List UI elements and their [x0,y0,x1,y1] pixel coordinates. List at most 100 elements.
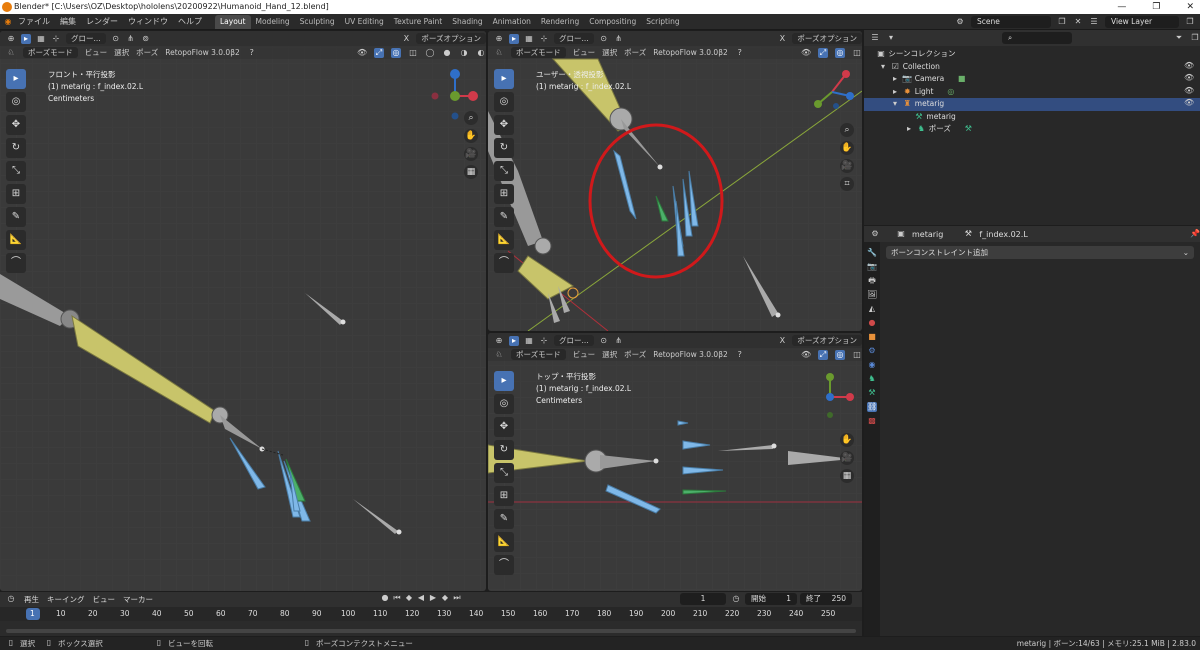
expand-arrow-icon[interactable]: ▸ [890,74,900,84]
new-view-layer-icon[interactable]: ❐ [1185,17,1195,27]
close-button[interactable]: ✕ [1186,0,1194,14]
scene-tab-icon[interactable]: ◭ [867,304,877,314]
bone-tab-icon[interactable]: ⚒ [867,388,877,398]
menu-render[interactable]: レンダー [81,16,123,27]
camera-view-icon[interactable]: 🎥 [840,159,854,173]
move-tool[interactable]: ✥ [494,417,514,437]
play-icon[interactable]: ▶ [428,593,438,603]
relax-pose-tool[interactable]: ⌒ [494,253,514,273]
menu-window[interactable]: ウィンドウ [123,16,173,27]
measure-tool[interactable]: 📐 [494,230,514,250]
tab-modeling[interactable]: Modeling [251,15,295,29]
outliner-search-input[interactable]: ⌕ [1002,32,1072,44]
outliner-item-light[interactable]: ▸ ✸ Light ◎ 👁 [864,86,1200,99]
record-icon[interactable]: ● [380,593,390,603]
tab-uv-editing[interactable]: UV Editing [340,15,389,29]
select-box-tool[interactable]: ▸ [494,69,514,89]
expand-arrow-icon[interactable]: ▾ [890,99,900,109]
menu-playback[interactable]: 再生 [24,594,39,605]
transform-tool[interactable]: ⊞ [494,184,514,204]
pan-hand-icon[interactable]: ✋ [840,141,854,155]
checkbox-icon[interactable]: ☑ [890,62,900,72]
ortho-toggle-icon[interactable]: ▦ [840,469,854,483]
view-layer-selector[interactable]: View Layer [1105,16,1179,28]
output-tab-icon[interactable]: 🖶 [867,276,877,286]
frame-ruler[interactable]: 1 10 20 30 40 50 60 70 80 90 100 110 120… [0,607,862,621]
pan-hand-icon[interactable]: ✋ [840,433,854,447]
prev-keyframe-icon[interactable]: ◆ [404,593,414,603]
outliner-editor-icon[interactable]: ☰ [870,33,880,43]
jump-end-icon[interactable]: ⏭ [452,593,462,603]
physics-tab-icon[interactable]: ◉ [867,360,877,370]
transform-tool[interactable]: ⊞ [494,486,514,506]
annotate-tool[interactable]: ✎ [494,207,514,227]
outliner-item-armature-data[interactable]: ⚒ metarig [864,111,1200,124]
bone-constraint-tab-icon[interactable]: ⛓ [867,402,877,412]
perspective-toggle-icon[interactable]: ⌗ [840,177,854,191]
minimize-button[interactable]: — [1117,0,1126,14]
outliner-item-scene-collection[interactable]: ▣ シーンコレクション [864,48,1200,61]
rotate-tool[interactable]: ↻ [494,138,514,158]
viewport-front[interactable]: ⊕ ▸ ▦ ⊹ グロー... ⊙ ⋔ ⊚ X ポーズオプション ♘ ポーズモード… [0,31,486,591]
render-tab-icon[interactable]: 📷 [867,262,877,272]
tab-compositing[interactable]: Compositing [584,15,641,29]
tab-rendering[interactable]: Rendering [536,15,584,29]
properties-bone-name[interactable]: f_index.02.L [979,230,1027,239]
new-collection-icon[interactable]: ❐ [1190,33,1200,43]
rotate-tool[interactable]: ↻ [494,440,514,460]
menu-edit[interactable]: 編集 [55,16,81,27]
outliner-item-pose[interactable]: ▸ ♞ ポーズ ⚒ [864,123,1200,136]
jump-start-icon[interactable]: ⏮ [392,593,402,603]
timeline-scrollbar[interactable] [6,629,856,633]
timeline-editor-icon[interactable]: ◷ [6,594,16,604]
tool-tab-icon[interactable]: 🔧 [867,248,877,258]
menu-keying[interactable]: キーイング [47,594,85,605]
filter-icon[interactable]: ⏷ [1174,33,1184,43]
object-tab-icon[interactable]: ■ [867,332,877,342]
tab-sculpting[interactable]: Sculpting [295,15,340,29]
next-keyframe-icon[interactable]: ◆ [440,593,450,603]
eye-icon[interactable]: 👁 [1184,73,1194,83]
display-mode-icon[interactable]: ▾ [886,33,896,43]
measure-tool[interactable]: 📐 [494,532,514,552]
play-reverse-icon[interactable]: ◀ [416,593,426,603]
tab-shading[interactable]: Shading [447,15,487,29]
add-bone-constraint-dropdown[interactable]: ボーンコンストレイント追加 ⌄ [886,246,1194,259]
menu-marker[interactable]: マーカー [123,594,153,605]
camera-view-icon[interactable]: 🎥 [840,451,854,465]
modifiers-tab-icon[interactable]: ⚙ [867,346,877,356]
current-frame-field[interactable]: 1 [680,593,726,605]
properties-object-name[interactable]: metarig [912,230,943,239]
start-frame-field[interactable]: 開始 1 [745,593,797,605]
maximize-button[interactable]: ❐ [1152,0,1160,14]
cursor-tool[interactable]: ◎ [494,92,514,112]
delete-scene-icon[interactable]: ✕ [1073,17,1083,27]
relax-pose-tool[interactable]: ⌒ [494,555,514,575]
annotate-tool[interactable]: ✎ [494,509,514,529]
select-box-tool[interactable]: ▸ [494,371,514,391]
navigation-gizmo[interactable] [806,369,858,429]
menu-file[interactable]: ファイル [13,16,55,27]
end-frame-field[interactable]: 終了 250 [800,593,852,605]
outliner-item-collection[interactable]: ▾ ☑ Collection 👁 [864,61,1200,74]
timeline-track-area[interactable] [0,621,862,636]
outliner-item-metarig[interactable]: ▾ ♜ metarig 👁 [864,98,1200,111]
move-tool[interactable]: ✥ [494,115,514,135]
new-scene-icon[interactable]: ❐ [1057,17,1067,27]
menu-timeline-view[interactable]: ビュー [93,594,116,605]
scale-tool[interactable]: ⤡ [494,161,514,181]
texture-tab-icon[interactable]: ▩ [867,416,877,426]
eye-icon[interactable]: 👁 [1184,98,1194,108]
view-layer-tab-icon[interactable]: 🖼 [867,290,877,300]
eye-icon[interactable]: 👁 [1184,61,1194,71]
properties-editor-icon[interactable]: ⚙ [870,229,880,239]
expand-arrow-icon[interactable]: ▾ [878,62,888,72]
navigation-gizmo[interactable] [806,66,858,118]
armature-data-tab-icon[interactable]: ♞ [867,374,877,384]
tab-animation[interactable]: Animation [488,15,536,29]
menu-help[interactable]: ヘルプ [173,16,207,27]
expand-arrow-icon[interactable]: ▸ [904,124,914,134]
cursor-tool[interactable]: ◎ [494,394,514,414]
zoom-icon[interactable]: ⌕ [840,123,854,137]
scale-tool[interactable]: ⤡ [494,463,514,483]
